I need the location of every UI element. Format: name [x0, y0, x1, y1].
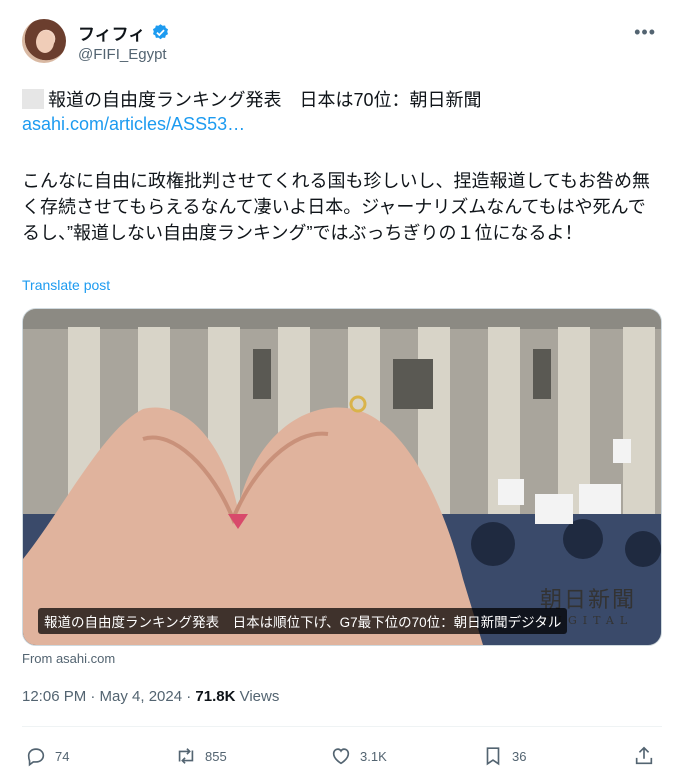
share-icon	[635, 746, 653, 765]
post-meta: 12:06 PM · May 4, 2024 · 71.8K Views	[22, 688, 279, 705]
translate-post-link[interactable]: Translate post	[22, 277, 110, 293]
emoji-placeholder	[22, 89, 44, 109]
bookmark-icon	[486, 747, 500, 766]
display-name[interactable]: フィフィ	[78, 20, 145, 45]
verified-badge-icon	[153, 24, 169, 40]
divider	[22, 726, 662, 727]
view-count: 71.8K	[195, 688, 236, 705]
card-source[interactable]: From asahi.com	[22, 651, 115, 666]
like-icon	[332, 748, 350, 765]
link-card-image[interactable]: 朝日新聞 DIGITAL 報道の自由度ランキング発表 日本は順位下げ、G7最下位…	[22, 308, 662, 646]
action-bar: 74 855 3.1K 36	[25, 745, 665, 769]
views-label: Views	[235, 688, 280, 705]
article-link[interactable]: asahi.com/articles/ASS53…	[22, 114, 245, 135]
avatar[interactable]	[22, 19, 66, 63]
post-body: こんなに自由に政権批判させてくれる国も珍しいし、捏造報道してもお咎め無く存続させ…	[22, 171, 651, 243]
author-name-row: フィフィ	[78, 20, 170, 45]
reply-button[interactable]: 74	[25, 745, 69, 767]
reply-icon	[27, 748, 45, 767]
card-caption: 報道の自由度ランキング発表 日本は順位下げ、G7最下位の70位：朝日新聞デジタル	[38, 608, 568, 634]
like-button[interactable]: 3.1K	[330, 745, 387, 767]
share-button[interactable]	[633, 745, 655, 767]
bookmark-button[interactable]: 36	[482, 745, 526, 767]
repost-icon	[178, 748, 194, 764]
repost-button[interactable]: 855	[175, 745, 227, 767]
post-timestamp[interactable]: 12:06 PM · May 4, 2024 ·	[22, 688, 195, 705]
post-headline: 報道の自由度ランキング発表 日本は70位：朝日新聞	[22, 86, 481, 112]
more-icon[interactable]: •••	[634, 22, 656, 43]
user-handle[interactable]: @FIFI_Egypt	[78, 46, 167, 63]
headline-text: 報道の自由度ランキング発表 日本は70位：朝日新聞	[48, 90, 482, 110]
